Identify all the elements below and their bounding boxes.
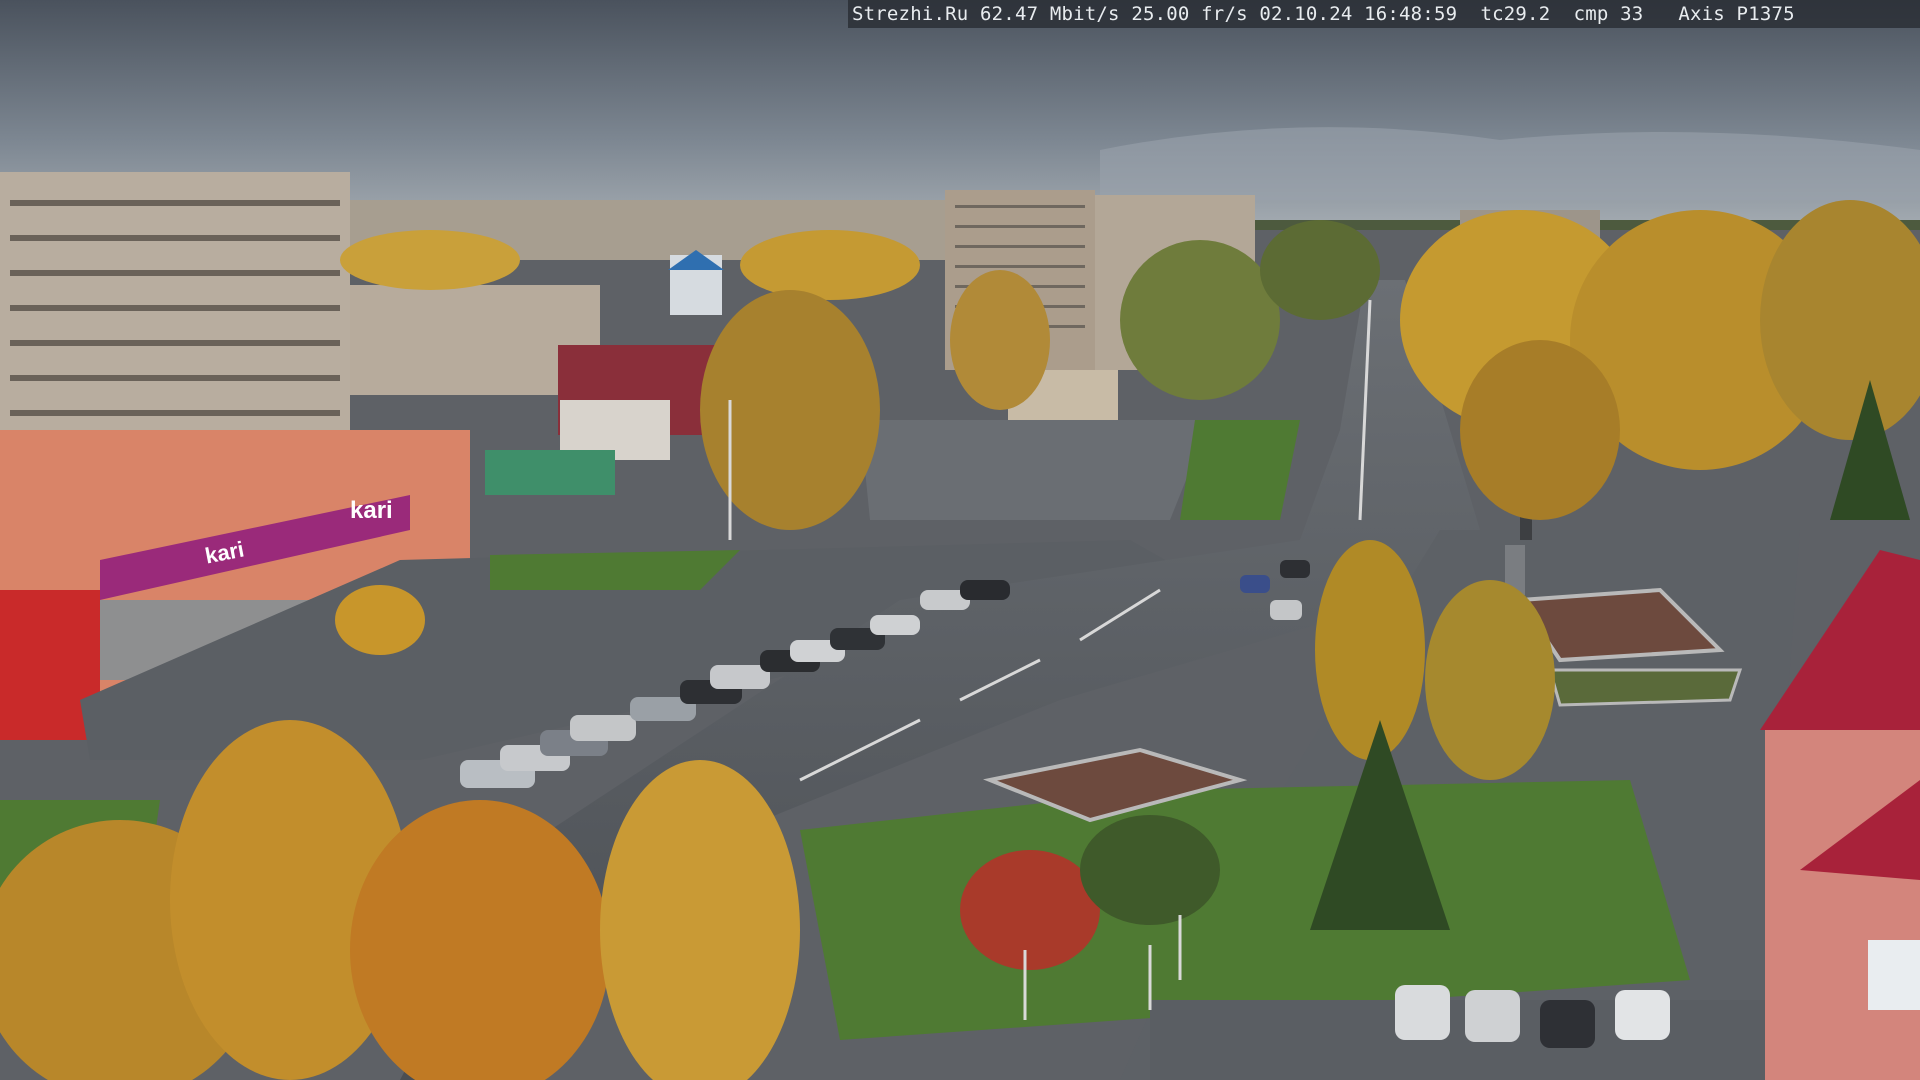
median-lawn	[1180, 420, 1300, 520]
flowerbed-right-2	[1548, 668, 1743, 707]
right-red-building	[1765, 730, 1920, 1080]
webcam-scene	[0, 0, 1920, 1080]
green-roof-pavilion	[485, 450, 615, 495]
upper-plaza	[860, 420, 1210, 520]
city-square-panorama	[0, 0, 1920, 1080]
mall-lawn	[490, 550, 740, 590]
camera-osd-overlay: Strezhi.Ru 62.47 Mbit/s 25.00 fr/s 02.10…	[848, 0, 1920, 28]
bottom-parking	[1150, 1000, 1770, 1080]
kari-roof-sign: kari	[350, 497, 393, 524]
right-building-window	[1868, 940, 1920, 1010]
